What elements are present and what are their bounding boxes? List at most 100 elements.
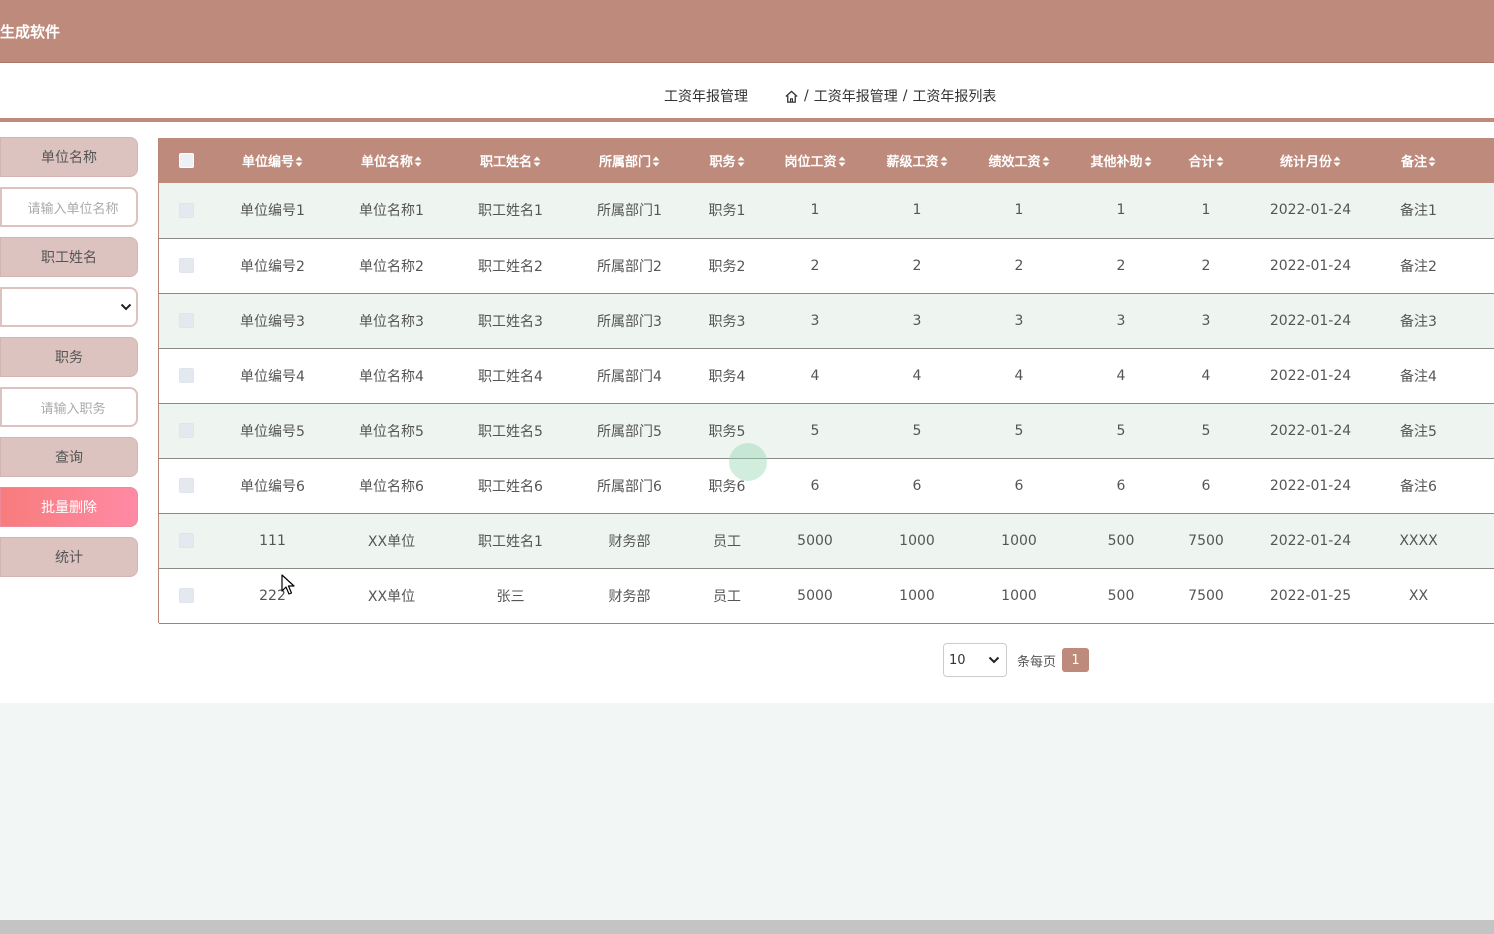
cell-department: 所属部门5	[597, 423, 662, 440]
sort-icon[interactable]	[652, 156, 660, 167]
cell-department: 财务部	[608, 588, 651, 605]
batch-delete-button[interactable]: 批量删除	[0, 487, 138, 527]
page-size-select[interactable]: 10	[943, 643, 1007, 677]
column-header-performance-salary[interactable]: 绩效工资	[968, 138, 1070, 183]
cell-overflow	[1456, 568, 1494, 623]
row-checkbox[interactable]	[179, 202, 194, 218]
cell-unit-name: 单位名称1	[359, 203, 424, 220]
cell-unit-code: 单位编号1	[240, 203, 305, 220]
column-header-unit-name[interactable]: 单位名称	[331, 138, 452, 183]
table-row[interactable]: 单位编号5 单位名称5 职工姓名5 所属部门5 职务5 5 5 5 5 5 20…	[159, 403, 1494, 458]
cell-total: 3	[1201, 312, 1211, 329]
column-header-employee-name[interactable]: 职工姓名	[452, 138, 569, 183]
row-select-cell	[159, 348, 214, 403]
row-checkbox[interactable]	[179, 533, 194, 548]
cell-overflow	[1456, 458, 1494, 513]
select-all-cell	[159, 138, 214, 183]
cell-grade-salary: 2	[912, 257, 922, 274]
cell-remark: XXXX	[1399, 532, 1438, 549]
sort-icon[interactable]	[533, 156, 541, 167]
cell-overflow	[1456, 513, 1494, 568]
column-header-stat-month[interactable]: 统计月份	[1240, 138, 1381, 183]
table-row[interactable]: 222 XX单位 张三 财务部 员工 5000 1000 1000 500 75…	[159, 568, 1494, 623]
breadcrumb-item-management[interactable]: 工资年报管理	[814, 86, 898, 106]
sort-icon[interactable]	[737, 156, 745, 167]
table-row[interactable]: 单位编号4 单位名称4 职工姓名4 所属部门4 职务4 4 4 4 4 4 20…	[159, 348, 1494, 403]
sort-icon[interactable]	[1216, 156, 1224, 167]
cell-post-salary: 1	[810, 202, 820, 219]
cell-total: 7500	[1188, 587, 1224, 604]
app-title: 生成软件	[0, 23, 61, 41]
sort-icon[interactable]	[1042, 156, 1050, 167]
row-select-cell	[159, 568, 214, 623]
query-button[interactable]: 查询	[0, 437, 138, 477]
cell-position: 职务2	[708, 258, 746, 275]
table-row[interactable]: 单位编号6 单位名称6 职工姓名6 所属部门6 职务6 6 6 6 6 6 20…	[159, 458, 1494, 513]
cell-unit-name: XX单位	[367, 533, 416, 550]
cell-unit-code: 单位编号2	[240, 258, 305, 275]
column-header-total[interactable]: 合计	[1172, 138, 1240, 183]
column-header-other-allowance[interactable]: 其他补助	[1070, 138, 1172, 183]
cell-employee-name: 职工姓名6	[478, 478, 543, 495]
cell-other-allowance: 3	[1116, 312, 1126, 329]
position-input[interactable]: 请输入职务	[0, 387, 138, 427]
column-header-remark[interactable]: 备注	[1381, 138, 1456, 183]
cell-grade-salary: 1000	[899, 587, 935, 604]
row-checkbox[interactable]	[179, 588, 194, 603]
position-label: 职务	[0, 337, 138, 377]
unit-name-input[interactable]: 请输入单位名称	[0, 187, 138, 227]
cell-unit-code: 单位编号5	[240, 423, 305, 440]
cell-unit-code: 单位编号3	[240, 313, 305, 330]
breadcrumb-separator: /	[804, 88, 809, 104]
column-header-department[interactable]: 所属部门	[569, 138, 690, 183]
cell-remark: 备注2	[1400, 258, 1437, 275]
row-checkbox[interactable]	[179, 478, 194, 493]
table-row[interactable]: 单位编号2 单位名称2 职工姓名2 所属部门2 职务2 2 2 2 2 2 20…	[159, 238, 1494, 293]
column-header-grade-salary[interactable]: 薪级工资	[866, 138, 968, 183]
column-header-position[interactable]: 职务	[690, 138, 764, 183]
row-checkbox[interactable]	[179, 368, 194, 383]
employee-name-select[interactable]	[0, 287, 138, 327]
column-header-unit-code[interactable]: 单位编号	[214, 138, 331, 183]
mouse-cursor-icon	[281, 574, 295, 596]
cell-stat-month: 2022-01-24	[1269, 312, 1352, 329]
cell-other-allowance: 6	[1116, 477, 1126, 494]
chevron-down-icon	[120, 303, 132, 311]
cell-department: 所属部门6	[597, 478, 662, 495]
cell-total: 6	[1201, 477, 1211, 494]
top-header: 生成软件	[0, 0, 1494, 63]
sort-icon[interactable]	[838, 156, 846, 167]
table-row[interactable]: 单位编号3 单位名称3 职工姓名3 所属部门3 职务3 3 3 3 3 3 20…	[159, 293, 1494, 348]
sort-icon[interactable]	[414, 156, 422, 167]
row-checkbox[interactable]	[179, 423, 194, 438]
page-button-current[interactable]: 1	[1062, 648, 1090, 672]
column-header-post-salary[interactable]: 岗位工资	[764, 138, 866, 183]
sort-icon[interactable]	[1333, 156, 1341, 167]
cell-performance-salary: 6	[1014, 477, 1024, 494]
bottom-scrollbar[interactable]	[0, 920, 1494, 934]
table-row[interactable]: 111 XX单位 职工姓名1 财务部 员工 5000 1000 1000 500…	[159, 513, 1494, 568]
cell-unit-name: 单位名称5	[359, 423, 424, 440]
cell-position: 员工	[713, 588, 741, 605]
stats-button[interactable]: 统计	[0, 537, 138, 577]
sort-icon[interactable]	[940, 156, 948, 167]
cell-remark: 备注4	[1400, 368, 1437, 385]
cell-other-allowance: 500	[1107, 587, 1135, 604]
cell-total: 4	[1201, 367, 1211, 384]
breadcrumb-separator: /	[902, 88, 908, 104]
cell-total: 1	[1201, 202, 1211, 219]
cell-unit-code: 111	[259, 532, 286, 549]
cell-department: 所属部门4	[597, 368, 662, 385]
cell-unit-name: 单位名称2	[359, 258, 424, 275]
sort-icon[interactable]	[1428, 156, 1436, 167]
sort-icon[interactable]	[1144, 156, 1152, 167]
row-checkbox[interactable]	[179, 258, 194, 273]
home-icon[interactable]	[784, 89, 799, 104]
table-row[interactable]: 单位编号1 单位名称1 职工姓名1 所属部门1 职务1 1 1 1 1 1 20…	[159, 183, 1494, 238]
salary-table-container: 单位编号 单位名称 职工姓名 所属部门 职务 岗位工资 薪级工资 绩效工资 其他…	[158, 138, 1494, 623]
cell-stat-month: 2022-01-24	[1269, 477, 1352, 494]
select-all-checkbox[interactable]	[179, 153, 194, 168]
row-select-cell	[159, 458, 214, 513]
row-checkbox[interactable]	[179, 313, 194, 328]
sort-icon[interactable]	[295, 156, 303, 167]
